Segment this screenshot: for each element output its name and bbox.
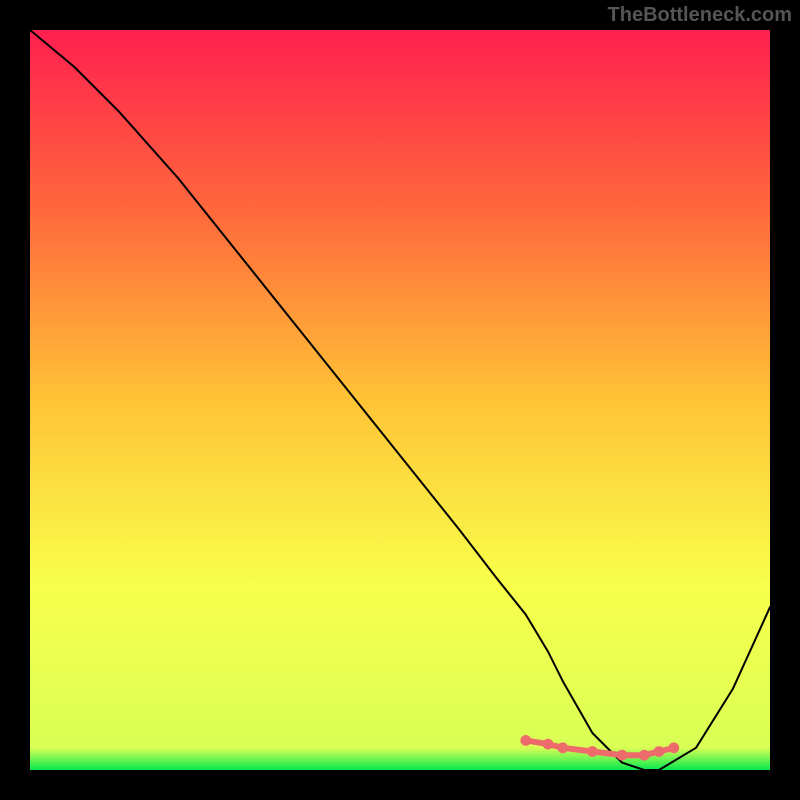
optimal-zone-marker [520,735,531,746]
optimal-zone-marker [587,746,598,757]
optimal-zone-marker [557,742,568,753]
chart-container: TheBottleneck.com [0,0,800,800]
optimal-zone-marker [639,750,650,761]
optimal-zone-marker [543,739,554,750]
chart-svg [30,30,770,770]
optimal-zone-marker [617,750,628,761]
optimal-zone-marker [668,742,679,753]
gradient-background [30,30,770,770]
plot-area [30,30,770,770]
attribution-text: TheBottleneck.com [608,4,792,27]
optimal-zone-marker [654,746,665,757]
